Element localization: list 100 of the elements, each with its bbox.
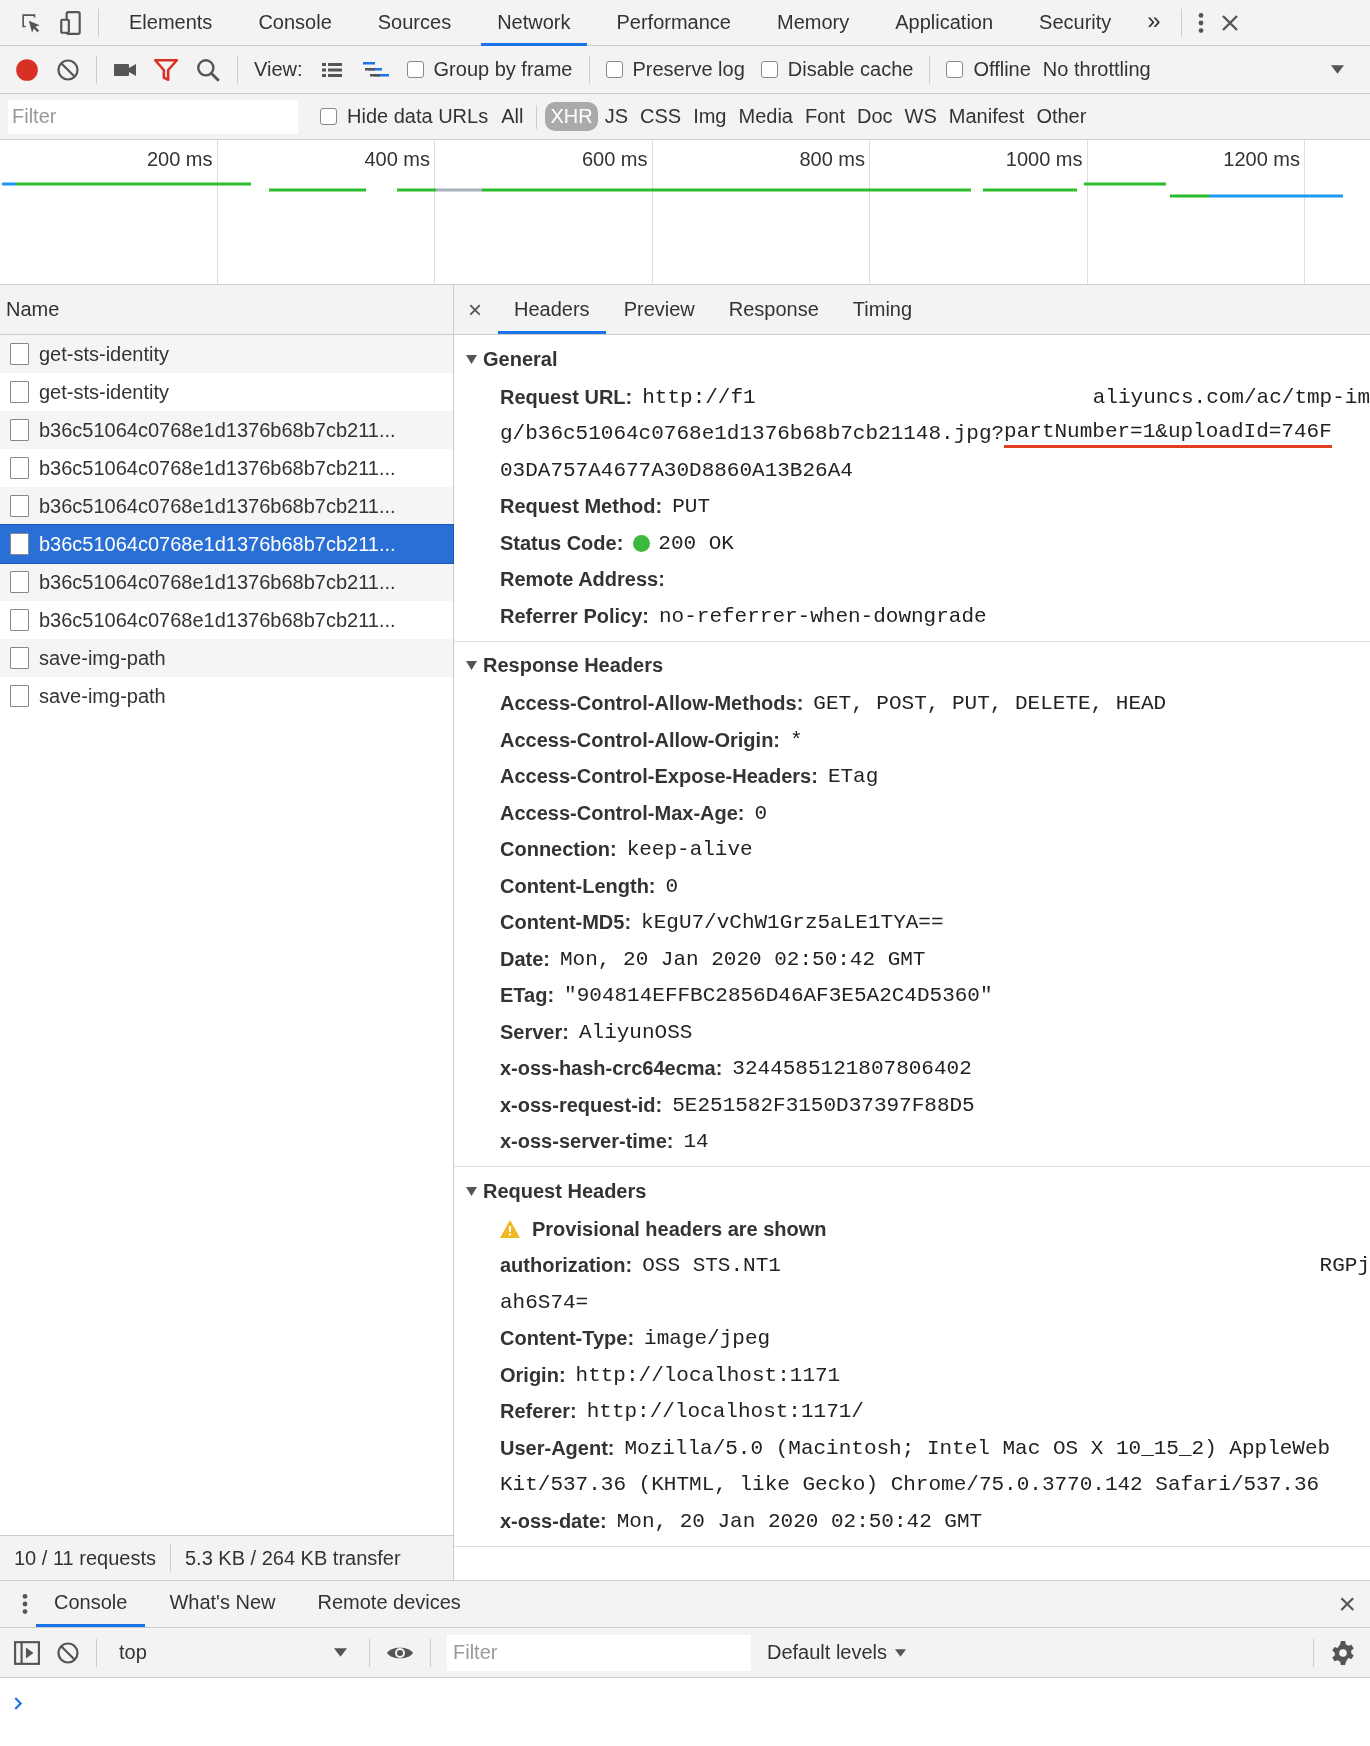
header-value: GET, POST, PUT, DELETE, HEAD <box>813 692 1167 716</box>
time-tick-label: 600 ms <box>581 148 648 171</box>
request-row[interactable]: get-sts-identity <box>0 335 453 373</box>
caret-icon[interactable] <box>334 1648 347 1657</box>
close-icon[interactable] <box>1219 12 1240 33</box>
type-filter[interactable]: Media <box>733 102 798 131</box>
request-row[interactable]: save-img-path <box>0 639 453 677</box>
clear-icon[interactable] <box>56 57 80 82</box>
throttling-dropdown[interactable]: No throttling <box>1042 58 1151 81</box>
header-value: partNumber=1&uploadId=746F <box>1004 419 1332 448</box>
header-name: Remote Address: <box>500 568 665 592</box>
more-options-icon[interactable] <box>20 1591 30 1617</box>
header-name: Access-Control-Allow-Methods: <box>500 692 804 716</box>
caret-icon[interactable] <box>895 1648 907 1657</box>
caret-icon[interactable] <box>1331 65 1344 74</box>
header-name: Content-Type: <box>500 1327 635 1351</box>
header-value: * <box>790 728 803 752</box>
request-row[interactable]: b36c51064c0768e1d1376b68b7cb211... <box>0 411 453 449</box>
close-drawer-button[interactable]: × <box>1338 1589 1356 1619</box>
drawer-tab[interactable]: Remote devices <box>299 1581 479 1627</box>
filter-icon[interactable] <box>153 56 179 83</box>
context-dropdown[interactable]: top <box>113 1641 353 1664</box>
type-filter[interactable]: WS <box>899 102 942 131</box>
expand-triangle-icon[interactable] <box>466 660 477 671</box>
status-text: 10 / 11 requests <box>14 1546 156 1570</box>
header-value: 0 <box>665 874 679 898</box>
header-value: OSS STS.NT1 <box>642 1254 781 1278</box>
panel-tab[interactable]: Memory <box>761 0 866 46</box>
header-name: Date: <box>500 947 550 971</box>
record-button[interactable] <box>14 56 40 83</box>
header-value: ETag <box>827 765 879 789</box>
section-title[interactable]: Response Headers <box>483 654 664 677</box>
prompt-chevron-icon[interactable] <box>14 1697 23 1710</box>
header-name: x-oss-hash-crc64ecma: <box>500 1057 723 1081</box>
section-title[interactable]: Request Headers <box>483 1179 647 1203</box>
header-value: Kit/537.36 (KHTML, like Gecko) Chrome/75.0.3770.142 Safari/537.36 <box>500 1473 1320 1497</box>
header-value: 14 <box>683 1130 709 1154</box>
request-row[interactable]: save-img-path <box>0 677 453 715</box>
view-label: View: <box>254 58 303 81</box>
request-row[interactable]: b36c51064c0768e1d1376b68b7cb211... <box>0 449 453 487</box>
settings-icon[interactable] <box>1330 1639 1356 1666</box>
sidebar-toggle-icon[interactable] <box>14 1640 40 1665</box>
time-tick-label: 1000 ms <box>1005 148 1083 171</box>
detail-tab[interactable]: Timing <box>836 285 929 334</box>
header-name: x-oss-server-time: <box>500 1130 674 1154</box>
type-filter[interactable]: All <box>496 102 529 131</box>
section-title[interactable]: General <box>483 347 558 371</box>
header-value: RGPj <box>1319 1254 1370 1278</box>
option-checkbox[interactable]: Disable cache <box>760 58 914 81</box>
option-checkbox[interactable]: Group by frame <box>406 58 573 81</box>
request-row[interactable]: b36c51064c0768e1d1376b68b7cb211... <box>0 601 453 639</box>
hide-data-urls-checkbox[interactable]: Hide data URLs <box>320 105 489 128</box>
header-value: image/jpeg <box>644 1327 771 1351</box>
drawer-tab[interactable]: What's New <box>151 1581 294 1627</box>
time-tick-label: 200 ms <box>146 148 213 171</box>
levels-dropdown[interactable]: Default levels <box>767 1641 907 1664</box>
type-filter[interactable]: Doc <box>852 102 898 131</box>
header-name: Request Method: <box>500 495 663 519</box>
type-filter[interactable]: JS <box>599 102 633 131</box>
expand-triangle-icon[interactable] <box>466 353 477 365</box>
type-filter[interactable]: Other <box>1031 102 1092 131</box>
header-name: Origin: <box>500 1363 566 1387</box>
request-row[interactable]: b36c51064c0768e1d1376b68b7cb211... <box>0 487 453 525</box>
header-value: keep-alive <box>626 838 753 862</box>
panel-tab[interactable]: Sources <box>361 0 468 46</box>
header-value: Mon, 20 Jan 2020 02:50:42 GMT <box>560 947 926 971</box>
device-icon[interactable] <box>58 9 84 36</box>
type-filter[interactable]: Font <box>799 102 850 131</box>
request-row[interactable]: get-sts-identity <box>0 373 453 411</box>
header-name: x-oss-request-id: <box>500 1093 663 1117</box>
type-filter[interactable]: Manifest <box>943 102 1030 131</box>
header-name: authorization: <box>500 1254 633 1278</box>
header-name: ETag: <box>500 984 555 1008</box>
panel-tab[interactable]: Console <box>242 0 348 46</box>
more-tabs-button[interactable]: » <box>1141 0 1167 46</box>
header-value: "904814EFFBC2856D46AF3E5A2C4D5360" <box>564 984 993 1008</box>
console-filter-field[interactable]: Filter <box>447 1634 751 1671</box>
filter-field[interactable]: Filter <box>8 99 298 134</box>
panel-tab[interactable]: Security <box>1023 0 1128 46</box>
panel-tab[interactable]: Elements <box>113 0 229 46</box>
header-value: http://localhost:1171 <box>575 1363 841 1387</box>
header-name: Access-Control-Max-Age: <box>500 801 745 825</box>
panel-tab[interactable]: Performance <box>600 0 747 46</box>
close-detail-button[interactable]: × <box>464 285 496 334</box>
option-checkbox[interactable]: Offline <box>946 58 1031 81</box>
detail-tab[interactable]: Headers <box>498 285 606 334</box>
request-row[interactable]: b36c51064c0768e1d1376b68b7cb211... <box>0 563 453 601</box>
type-filter[interactable]: CSS <box>635 102 687 131</box>
request-row[interactable]: b36c51064c0768e1d1376b68b7cb211... <box>0 525 453 563</box>
name-column-header[interactable]: Name <box>0 285 453 335</box>
option-checkbox[interactable]: Preserve log <box>605 58 745 81</box>
header-name: Content-Length: <box>500 874 656 898</box>
detail-tab[interactable]: Preview <box>607 285 711 334</box>
type-filter[interactable]: Img <box>688 102 732 131</box>
search-icon[interactable] <box>195 56 221 83</box>
time-tick-label: 400 ms <box>364 148 430 171</box>
panel-tab[interactable]: Application <box>879 0 1010 46</box>
expand-triangle-icon[interactable] <box>466 1185 477 1197</box>
clear-icon[interactable] <box>56 1640 80 1665</box>
detail-tab[interactable]: Response <box>712 285 835 334</box>
